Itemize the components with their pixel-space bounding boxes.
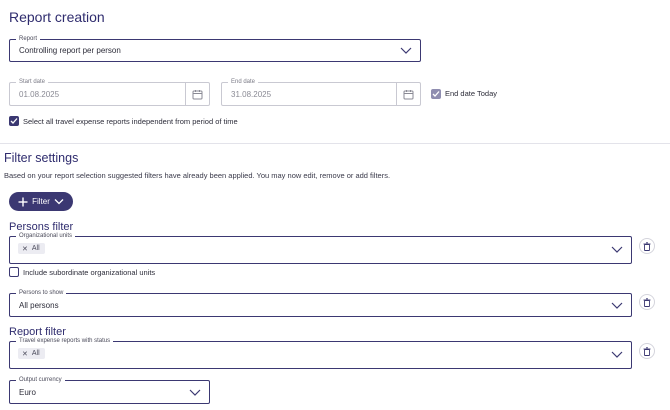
end-date-today-label: End date Today (445, 89, 497, 98)
select-all-checkbox[interactable] (9, 116, 19, 126)
org-units-label: Organizational units (16, 231, 76, 241)
add-filter-label: Filter (32, 197, 50, 206)
select-all-label: Select all travel expense reports indepe… (23, 117, 238, 126)
delete-persons-filter-button[interactable] (639, 294, 655, 310)
plus-icon (18, 197, 28, 206)
persons-to-show-value: All persons (19, 301, 59, 310)
filter-settings-description: Based on your report selection suggested… (4, 171, 391, 180)
output-currency-select[interactable]: Output currency Euro (9, 375, 210, 404)
chevron-down-icon (611, 351, 623, 359)
checkmark-icon (432, 91, 440, 97)
include-subordinate-label: Include subordinate organizational units (23, 268, 156, 277)
persons-to-show-select[interactable]: Persons to show All persons (9, 288, 632, 317)
include-subordinate-checkbox[interactable] (9, 267, 19, 277)
chevron-down-icon (189, 389, 201, 397)
chevron-down-icon (400, 47, 412, 55)
filter-settings-title: Filter settings (4, 151, 79, 165)
chevron-down-icon (611, 302, 623, 310)
trash-icon (643, 297, 651, 307)
status-chip[interactable]: ✕ All (18, 348, 45, 359)
status-select[interactable]: Travel expense reports with status ✕ All (9, 336, 632, 369)
chevron-down-icon (611, 246, 623, 254)
end-date-today-checkbox[interactable] (431, 89, 441, 99)
status-chip-label: All (31, 350, 40, 357)
start-date-label: Start date (16, 77, 49, 87)
start-date-value: 01.08.2025 (19, 90, 60, 99)
remove-chip-icon[interactable]: ✕ (22, 350, 28, 358)
delete-status-filter-button[interactable] (639, 343, 655, 359)
calendar-icon[interactable] (185, 83, 209, 105)
output-currency-value: Euro (19, 388, 36, 397)
output-currency-label: Output currency (16, 375, 65, 385)
delete-org-units-filter-button[interactable] (639, 238, 655, 254)
chevron-down-icon (54, 199, 64, 205)
start-date-field[interactable]: Start date 01.08.2025 (9, 77, 210, 106)
remove-chip-icon[interactable]: ✕ (22, 245, 28, 253)
page-title: Report creation (9, 9, 105, 25)
persons-to-show-label: Persons to show (16, 288, 67, 298)
org-units-select[interactable]: Organizational units ✕ All (9, 231, 632, 264)
add-filter-button[interactable]: Filter (9, 192, 73, 211)
trash-icon (643, 241, 651, 251)
end-date-value: 31.08.2025 (231, 90, 272, 99)
calendar-icon[interactable] (396, 83, 420, 105)
trash-icon (643, 346, 651, 356)
report-select[interactable]: Report Controlling report per person (9, 34, 421, 62)
report-select-value: Controlling report per person (19, 46, 121, 55)
checkmark-icon (10, 118, 18, 124)
status-label: Travel expense reports with status (16, 336, 114, 346)
end-date-label: End date (228, 77, 259, 87)
org-units-chip-label: All (31, 245, 40, 252)
report-select-label: Report (16, 34, 41, 44)
end-date-field[interactable]: End date 31.08.2025 (221, 77, 421, 106)
org-units-chip[interactable]: ✕ All (18, 243, 45, 254)
section-divider (0, 143, 670, 144)
